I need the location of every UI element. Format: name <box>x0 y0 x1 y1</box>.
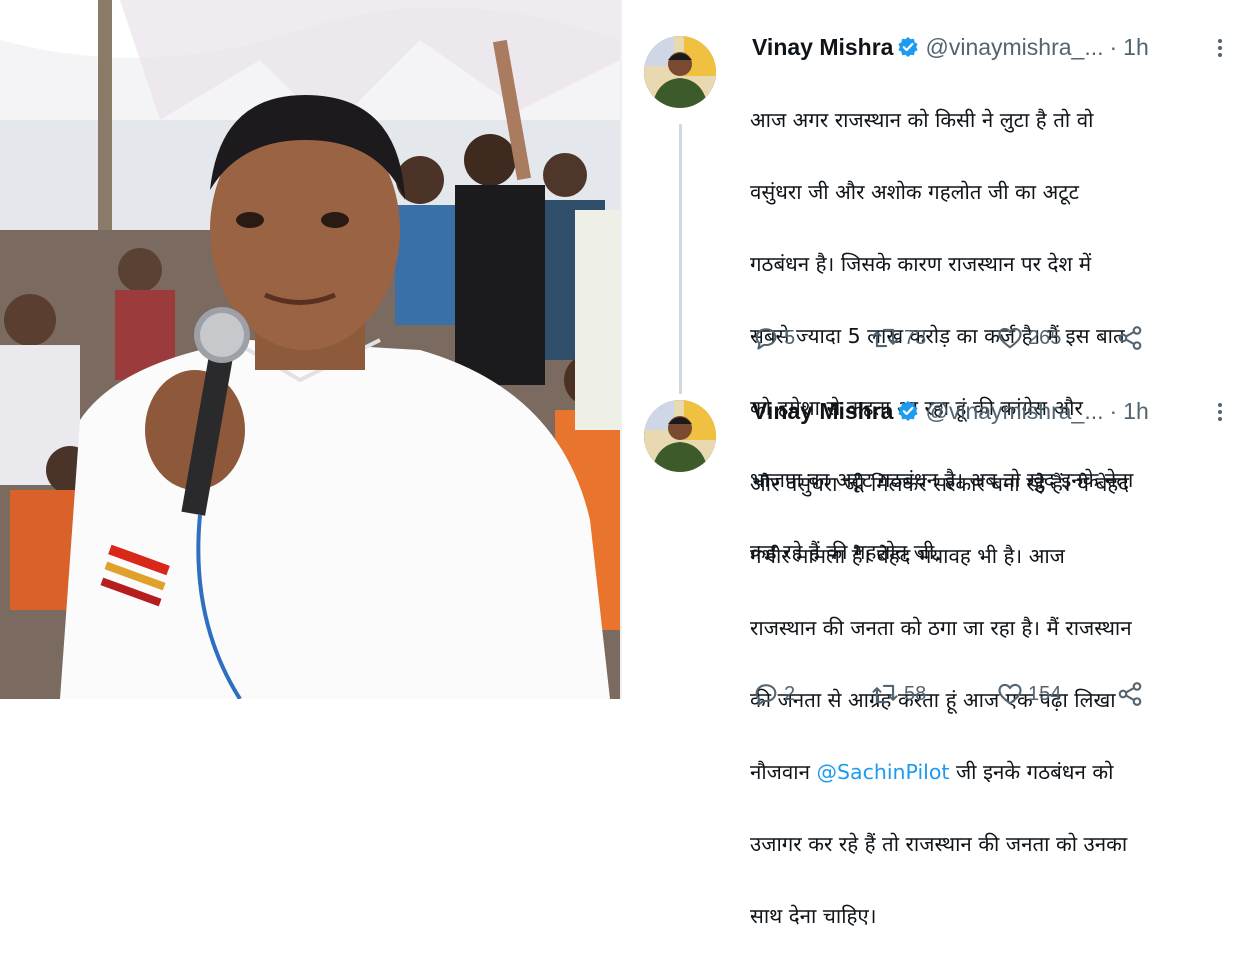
thread-connector <box>679 124 682 394</box>
like-button[interactable]: 154 <box>996 680 1061 708</box>
retweet-icon <box>872 684 898 704</box>
retweet-button[interactable]: 58 <box>870 680 926 708</box>
tweet-text-line: और वसुंधरा जी मिलकर सरकार बना रहे हैं। य… <box>750 472 1130 496</box>
mention-prefix: नौजवान <box>750 760 817 784</box>
separator-dot: · <box>1109 398 1118 424</box>
share-icon <box>1118 326 1142 350</box>
like-count: 265 <box>1028 326 1062 349</box>
tweet-text-line: आज अगर राजस्थान को किसी ने लुटा है तो वो <box>750 108 1094 132</box>
tweet-text-line: साथ देना चाहिए। <box>750 904 877 928</box>
mention-suffix: जी इनके गठबंधन को <box>949 760 1114 784</box>
retweet-icon <box>872 328 898 348</box>
tweet-header: Vinay Mishra @vinaymishra_... · 1h <box>752 398 1222 432</box>
speaker-photo-illustration <box>0 0 620 699</box>
verified-badge-icon <box>897 400 919 426</box>
author-name[interactable]: Vinay Mishra <box>752 34 893 60</box>
share-icon <box>1118 682 1142 706</box>
reply-icon <box>755 328 777 350</box>
tweet-text-line-with-mention: नौजवान @SachinPilot जी इनके गठबंधन को <box>750 754 1220 790</box>
like-icon <box>998 327 1022 349</box>
share-button[interactable] <box>1116 680 1148 708</box>
author-name[interactable]: Vinay Mishra <box>752 398 893 424</box>
speaker-photo <box>0 0 620 699</box>
avatar[interactable] <box>644 36 716 108</box>
avatar-image <box>644 36 716 108</box>
tweet-text-line: गठबंधन है। जिसके कारण राजस्थान पर देश मे… <box>750 252 1092 276</box>
reply-icon <box>755 684 777 706</box>
tweet-text-line: वसुंधरा जी और अशोक गहलोत जी का अटूट <box>750 180 1079 204</box>
avatar-image <box>644 400 716 472</box>
reply-count: 5 <box>784 326 796 349</box>
reply-count: 2 <box>784 682 796 705</box>
retweet-count: 58 <box>904 682 927 705</box>
tweet-text-line: गंभीर मामला है। बेहद भयावह भी है। आज <box>750 544 1065 568</box>
tweet-time[interactable]: 1h <box>1123 398 1149 424</box>
verified-badge-icon <box>897 36 919 62</box>
share-button[interactable] <box>1116 324 1148 352</box>
tweet-time[interactable]: 1h <box>1123 34 1149 60</box>
tweet-header: Vinay Mishra @vinaymishra_... · 1h <box>752 34 1222 68</box>
reply-button[interactable]: 2 <box>752 680 795 708</box>
tweet-text-line: राजस्थान की जनता को ठगा जा रहा है। मैं र… <box>750 616 1132 640</box>
tweet-actions: 5 73 265 <box>752 324 1222 354</box>
retweet-count: 73 <box>904 326 927 349</box>
tweet-text-line: उजागर कर रहे हैं तो राजस्थान की जनता को … <box>750 832 1128 856</box>
author-handle[interactable]: @vinaymishra_... <box>925 398 1103 424</box>
tweet-card[interactable]: Vinay Mishra @vinaymishra_... · 1h और वसुंध… <box>622 392 1242 928</box>
more-options-icon[interactable] <box>1212 36 1228 62</box>
more-options-icon[interactable] <box>1212 400 1228 426</box>
avatar[interactable] <box>644 400 716 472</box>
author-handle[interactable]: @vinaymishra_... <box>925 34 1103 60</box>
like-count: 154 <box>1028 682 1062 705</box>
tweet-actions: 2 58 154 <box>752 680 1222 710</box>
retweet-button[interactable]: 73 <box>870 324 926 352</box>
separator-dot: · <box>1109 34 1118 60</box>
reply-button[interactable]: 5 <box>752 324 795 352</box>
like-icon <box>998 683 1022 705</box>
mention-link[interactable]: @SachinPilot <box>817 760 950 784</box>
like-button[interactable]: 265 <box>996 324 1061 352</box>
tweet-card[interactable]: Vinay Mishra @vinaymishra_... · 1h आज अगर र… <box>622 28 1242 564</box>
